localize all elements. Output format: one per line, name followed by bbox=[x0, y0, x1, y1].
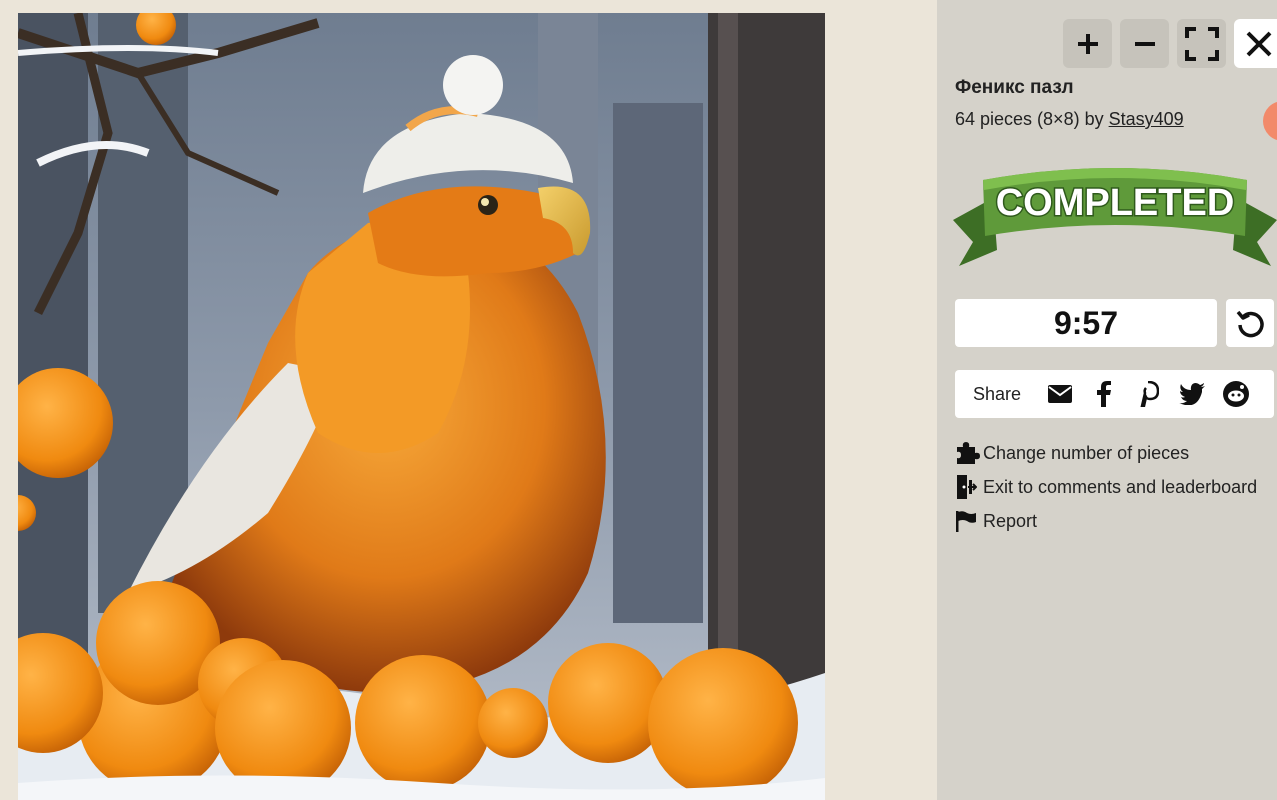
puzzle-title: Феникс пазл bbox=[955, 77, 1074, 98]
exit-leaderboard-link[interactable]: Exit to comments and leaderboard bbox=[955, 474, 1257, 500]
timer-display: 9:57 bbox=[955, 299, 1217, 347]
share-bar: Share bbox=[955, 370, 1274, 418]
restart-button[interactable] bbox=[1226, 299, 1274, 347]
zoom-out-button[interactable] bbox=[1120, 19, 1169, 68]
exit-leaderboard-label: Exit to comments and leaderboard bbox=[983, 476, 1258, 497]
reddit-icon[interactable] bbox=[1223, 381, 1249, 407]
author-link[interactable]: Stasy409 bbox=[1109, 109, 1184, 129]
exit-door-icon bbox=[955, 474, 983, 500]
flag-icon bbox=[955, 508, 983, 534]
zoom-in-button[interactable] bbox=[1063, 19, 1112, 68]
pinterest-icon[interactable] bbox=[1135, 381, 1161, 407]
puzzle-piece-icon bbox=[955, 440, 983, 466]
completed-banner: COMPLETED bbox=[953, 158, 1277, 270]
avatar[interactable] bbox=[1263, 101, 1277, 141]
change-pieces-link[interactable]: Change number of pieces bbox=[955, 440, 1189, 466]
report-link[interactable]: Report bbox=[955, 508, 1037, 534]
side-panel: Феникс пазл 64 pieces (8×8) by Stasy409 … bbox=[937, 0, 1277, 800]
puzzle-canvas[interactable] bbox=[0, 0, 937, 800]
fullscreen-icon bbox=[1184, 26, 1219, 61]
plus-icon bbox=[1077, 33, 1098, 54]
email-icon[interactable] bbox=[1047, 381, 1073, 407]
restart-icon bbox=[1236, 310, 1264, 338]
facebook-icon[interactable] bbox=[1091, 381, 1117, 407]
share-label: Share bbox=[973, 384, 1022, 404]
banner-text: COMPLETED bbox=[996, 182, 1235, 224]
twitter-icon[interactable] bbox=[1179, 381, 1205, 407]
completed-puzzle-image bbox=[18, 13, 825, 800]
minus-icon bbox=[1134, 41, 1155, 46]
report-label: Report bbox=[983, 510, 1038, 531]
close-icon bbox=[1246, 31, 1271, 56]
close-button[interactable] bbox=[1234, 19, 1277, 68]
pieces-info: 64 pieces (8×8) by bbox=[955, 109, 1104, 129]
fullscreen-button[interactable] bbox=[1177, 19, 1226, 68]
change-pieces-label: Change number of pieces bbox=[983, 442, 1190, 463]
puzzle-meta: 64 pieces (8×8) by Stasy409 bbox=[955, 109, 1184, 130]
